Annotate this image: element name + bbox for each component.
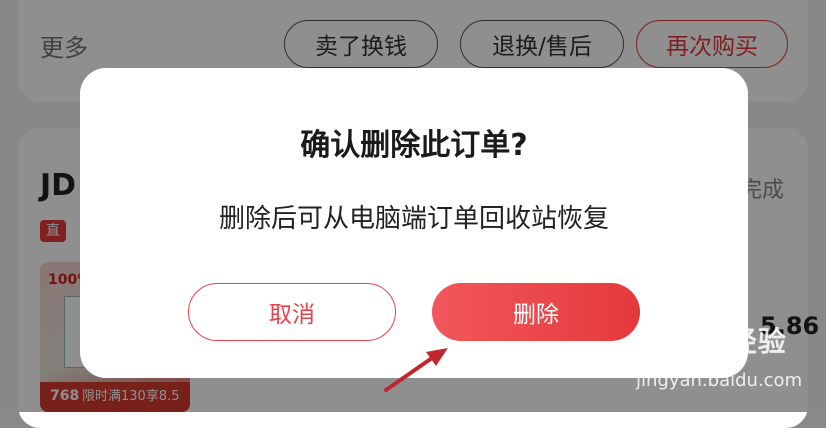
- baidu-jingyan-watermark: Baidu经验 jingyan.baidu.com: [632, 320, 826, 412]
- dialog-message: 删除后可从电脑端订单回收站恢复: [218, 204, 609, 234]
- watermark-url: jingyan.baidu.com: [636, 370, 803, 391]
- dialog-title: 确认删除此订单?: [300, 128, 528, 163]
- cancel-button[interactable]: 取消: [188, 283, 396, 341]
- delete-button[interactable]: 删除: [432, 283, 640, 341]
- watermark-logo: Baidu经验: [634, 325, 787, 358]
